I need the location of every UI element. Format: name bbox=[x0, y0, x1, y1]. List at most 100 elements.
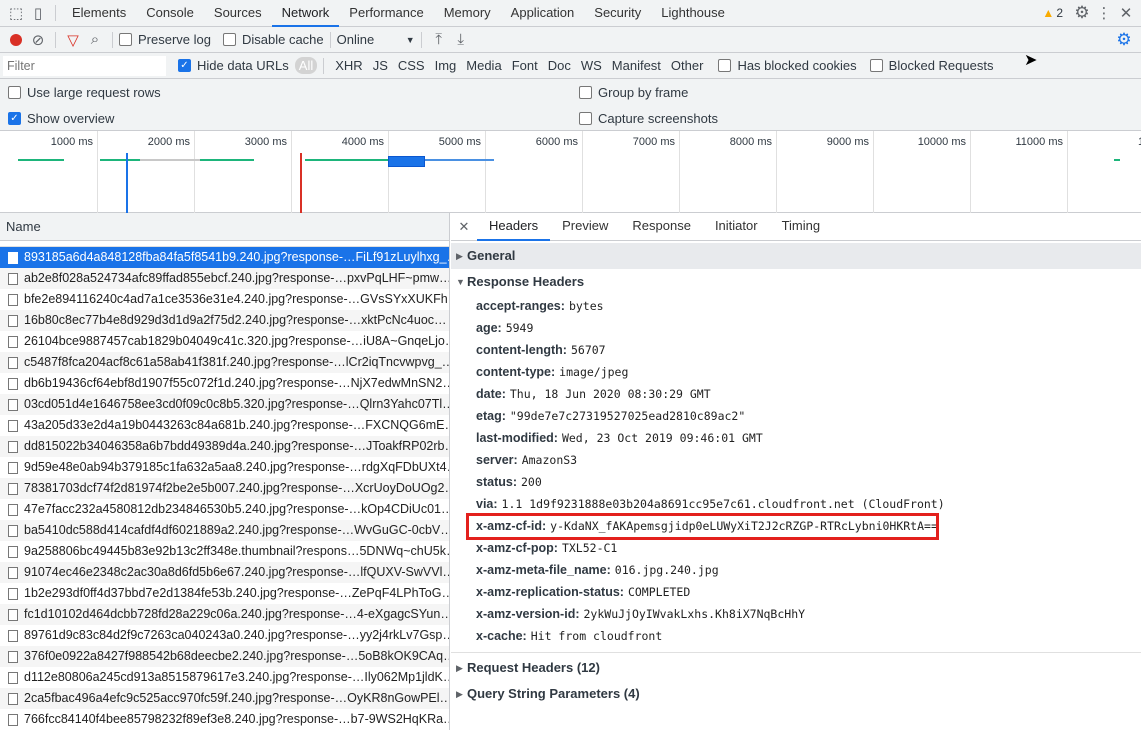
close-icon[interactable]: ✕ bbox=[1115, 2, 1137, 24]
has-blocked-cookies-checkbox[interactable]: Has blocked cookies bbox=[718, 58, 857, 73]
response-headers-section[interactable]: ▼ Response Headers bbox=[451, 269, 1141, 295]
filter-type-ws[interactable]: WS bbox=[576, 58, 607, 73]
large-rows-checkbox[interactable]: Use large request rows bbox=[8, 85, 161, 100]
filter-type-img[interactable]: Img bbox=[430, 58, 462, 73]
export-har-icon[interactable]: ⤓ bbox=[450, 29, 472, 51]
table-row[interactable]: 16b80c8ec77b4e8d929d3d1d9a2f75d2.240.jpg… bbox=[0, 310, 449, 331]
header-key: via: bbox=[476, 497, 498, 511]
filter-type-font[interactable]: Font bbox=[507, 58, 543, 73]
image-file-icon bbox=[8, 252, 18, 264]
table-row[interactable]: 1b2e293df0ff4d37bbd7e2d1384fe53b.240.jpg… bbox=[0, 583, 449, 604]
record-button[interactable] bbox=[5, 29, 27, 51]
table-row[interactable]: ab2e8f028a524734afc89ffad855ebcf.240.jpg… bbox=[0, 268, 449, 289]
filter-input[interactable] bbox=[3, 55, 166, 76]
header-value: TXL52-C1 bbox=[561, 541, 618, 555]
hide-data-urls-checkbox[interactable]: ✓ Hide data URLs bbox=[178, 58, 289, 73]
group-by-frame-checkbox[interactable]: Group by frame bbox=[579, 85, 688, 100]
image-file-icon bbox=[8, 441, 18, 453]
triangle-right-icon: ▶ bbox=[456, 689, 463, 699]
preserve-log-checkbox[interactable]: Preserve log bbox=[119, 32, 211, 47]
general-section[interactable]: ▶ General bbox=[451, 243, 1141, 269]
filter-type-all[interactable]: All bbox=[294, 57, 318, 74]
table-row[interactable]: 893185a6d4a848128fba84fa5f8541b9.240.jpg… bbox=[0, 247, 449, 268]
capture-screenshots-checkbox[interactable]: Capture screenshots bbox=[579, 111, 718, 126]
panel-tabs: Elements Console Sources Network Performance… bbox=[62, 0, 735, 27]
tab-network[interactable]: Network bbox=[271, 0, 340, 27]
overview-gridline bbox=[1067, 131, 1068, 213]
table-row[interactable]: 9a258806bc49445b83e92b13c2ff348e.thumbna… bbox=[0, 541, 449, 562]
table-row[interactable]: 91074ec46e2348c2ac30a8d6fd5b6e67.240.jpg… bbox=[0, 562, 449, 583]
blocked-requests-checkbox[interactable]: Blocked Requests bbox=[869, 58, 993, 73]
network-settings-gear-icon[interactable]: ⚙ bbox=[1113, 29, 1135, 51]
filter-type-doc[interactable]: Doc bbox=[543, 58, 576, 73]
detail-tabs: ✕ Headers Preview Response Initiator Timing bbox=[451, 213, 1141, 241]
show-overview-checkbox[interactable]: ✓ Show overview bbox=[8, 111, 114, 126]
table-row[interactable]: 376f0e0922a8427f988542b68deecbe2.240.jpg… bbox=[0, 646, 449, 667]
detail-tab-preview[interactable]: Preview bbox=[550, 213, 620, 241]
image-file-icon bbox=[8, 357, 18, 369]
tab-performance[interactable]: Performance bbox=[339, 0, 433, 27]
table-row[interactable]: 766fcc84140f4bee85798232f89ef3e8.240.jpg… bbox=[0, 709, 449, 730]
response-header-row: status: 200 bbox=[451, 471, 1141, 493]
name-column-header[interactable]: Name bbox=[0, 213, 449, 241]
detail-tab-initiator[interactable]: Initiator bbox=[703, 213, 770, 241]
overview-tick-label: 1000 ms bbox=[50, 136, 93, 148]
divider bbox=[323, 57, 325, 74]
image-file-icon bbox=[8, 525, 18, 537]
detail-tab-response[interactable]: Response bbox=[620, 213, 703, 241]
table-row[interactable]: db6b19436cf64ebf8d1907f55c072f1d.240.jpg… bbox=[0, 373, 449, 394]
table-row[interactable]: dd815022b34046358a6b7bdd49389d4a.240.jpg… bbox=[0, 436, 449, 457]
filter-type-js[interactable]: JS bbox=[368, 58, 393, 73]
device-toolbar-icon[interactable]: ▯ bbox=[27, 2, 49, 24]
filter-type-manifest[interactable]: Manifest bbox=[607, 58, 666, 73]
table-row[interactable]: 26104bce9887457cab1829b04049c41c.320.jpg… bbox=[0, 331, 449, 352]
header-key: content-length: bbox=[476, 343, 567, 357]
filter-icon[interactable]: ▽ bbox=[62, 29, 84, 51]
tab-sources[interactable]: Sources bbox=[204, 0, 272, 27]
tab-security[interactable]: Security bbox=[584, 0, 651, 27]
table-row[interactable]: d112e80806a245cd913a8515879617e3.240.jpg… bbox=[0, 667, 449, 688]
detail-tab-timing[interactable]: Timing bbox=[770, 213, 833, 241]
tab-lighthouse[interactable]: Lighthouse bbox=[651, 0, 735, 27]
table-row[interactable]: 03cd051d4e1646758ee3cd0f09c0c8b5.320.jpg… bbox=[0, 394, 449, 415]
import-har-icon[interactable]: ⤒ bbox=[428, 29, 450, 51]
table-row[interactable]: 78381703dcf74f2d81974f2be2e5b007.240.jpg… bbox=[0, 478, 449, 499]
overview-tick-label: 11000 ms bbox=[1015, 136, 1064, 148]
tab-application[interactable]: Application bbox=[501, 0, 585, 27]
gear-icon[interactable]: ⚙ bbox=[1071, 2, 1093, 24]
image-file-icon bbox=[8, 483, 18, 495]
more-options-icon[interactable]: ⋮ bbox=[1093, 2, 1115, 24]
overview-event-marker bbox=[300, 153, 302, 213]
table-row[interactable]: 2ca5fbac496a4efc9c525acc970fc59f.240.jpg… bbox=[0, 688, 449, 709]
request-name: fc1d10102d464dcbb728fd28a229c06a.240.jpg… bbox=[24, 607, 449, 621]
clear-icon[interactable]: ⊘ bbox=[27, 29, 49, 51]
close-detail-icon[interactable]: ✕ bbox=[451, 219, 477, 235]
table-row[interactable]: fc1d10102d464dcbb728fd28a229c06a.240.jpg… bbox=[0, 604, 449, 625]
filter-type-xhr[interactable]: XHR bbox=[330, 58, 367, 73]
table-row[interactable]: 9d59e48e0ab94b379185c1fa632a5aa8.240.jpg… bbox=[0, 457, 449, 478]
image-file-icon bbox=[8, 672, 18, 684]
search-icon[interactable]: ⌕ bbox=[84, 29, 106, 51]
table-row[interactable]: ba5410dc588d414cafdf4df6021889a2.240.jpg… bbox=[0, 520, 449, 541]
header-value: 016.jpg.240.jpg bbox=[614, 563, 719, 577]
tab-memory[interactable]: Memory bbox=[434, 0, 501, 27]
request-headers-section[interactable]: ▶ Request Headers (12) bbox=[451, 655, 1141, 681]
filter-type-media[interactable]: Media bbox=[461, 58, 506, 73]
table-row[interactable]: 43a205d33e2d4a19b0443263c84a681b.240.jpg… bbox=[0, 415, 449, 436]
filter-type-other[interactable]: Other bbox=[666, 58, 709, 73]
filter-type-css[interactable]: CSS bbox=[393, 58, 430, 73]
tab-console[interactable]: Console bbox=[136, 0, 204, 27]
tab-elements[interactable]: Elements bbox=[62, 0, 136, 27]
disable-cache-checkbox[interactable]: Disable cache bbox=[222, 32, 324, 47]
detail-tab-headers[interactable]: Headers bbox=[477, 213, 551, 241]
network-overview[interactable]: 1000 ms 2000 ms 3000 ms 4000 ms 5000 ms 6000 … bbox=[0, 131, 1141, 213]
table-row[interactable]: 89761d9c83c84d2f9c7263ca040243a0.240.jpg… bbox=[0, 625, 449, 646]
warnings-badge[interactable]: ▲ 2 bbox=[1042, 6, 1063, 20]
throttling-select[interactable]: Online ▼ bbox=[337, 32, 415, 47]
table-row[interactable]: 47e7facc232a4580812db234846530b5.240.jpg… bbox=[0, 499, 449, 520]
response-header-row: x-amz-version-id: 2ykWuJjOyIWvakLxhs.Kh8i… bbox=[451, 603, 1141, 625]
inspect-element-icon[interactable]: ⬚ bbox=[5, 2, 27, 24]
table-row[interactable]: c5487f8fca204acf8c61a58ab41f381f.240.jpg… bbox=[0, 352, 449, 373]
query-params-section[interactable]: ▶ Query String Parameters (4) bbox=[451, 681, 1141, 707]
table-row[interactable]: bfe2e894116240c4ad7a1ce3536e31e4.240.jpg… bbox=[0, 289, 449, 310]
